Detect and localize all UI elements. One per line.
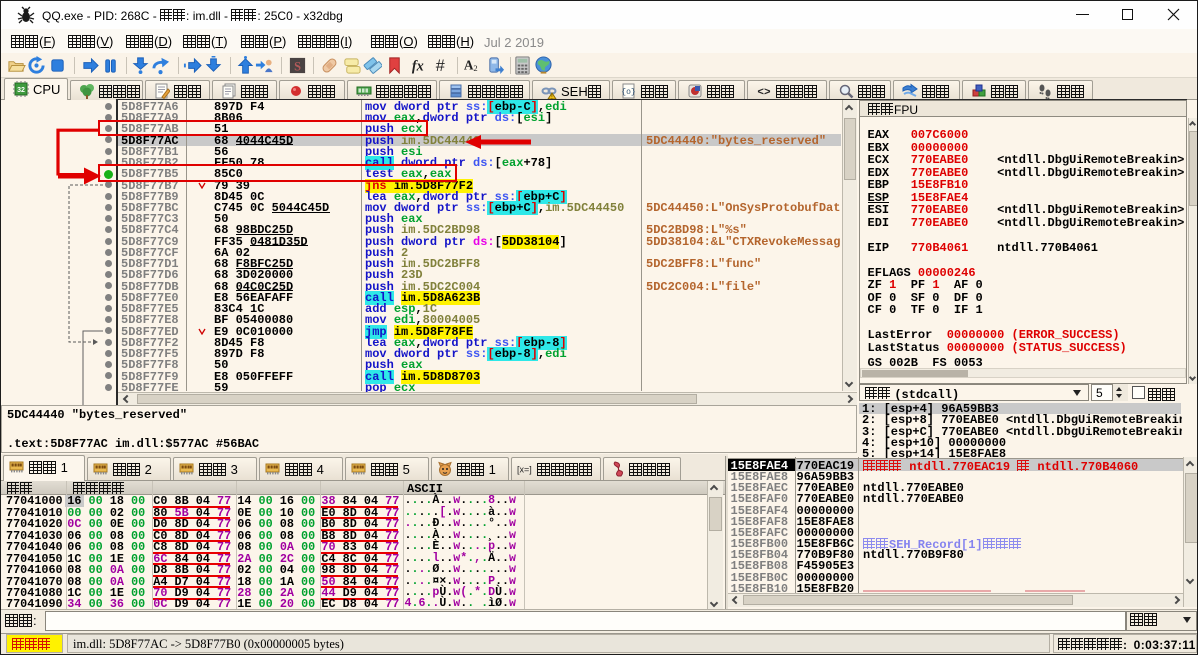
svg-text:[x=]: [x=]: [517, 465, 532, 475]
svg-text:#: #: [435, 57, 444, 75]
svg-text:<>: <>: [757, 87, 771, 99]
svg-text:fx: fx: [411, 58, 423, 74]
svg-text:S: S: [294, 59, 301, 73]
svg-text:32: 32: [17, 87, 25, 94]
svg-text:2: 2: [473, 63, 477, 73]
svg-text:{o}: {o}: [621, 88, 635, 97]
svg-text:A: A: [463, 57, 473, 72]
